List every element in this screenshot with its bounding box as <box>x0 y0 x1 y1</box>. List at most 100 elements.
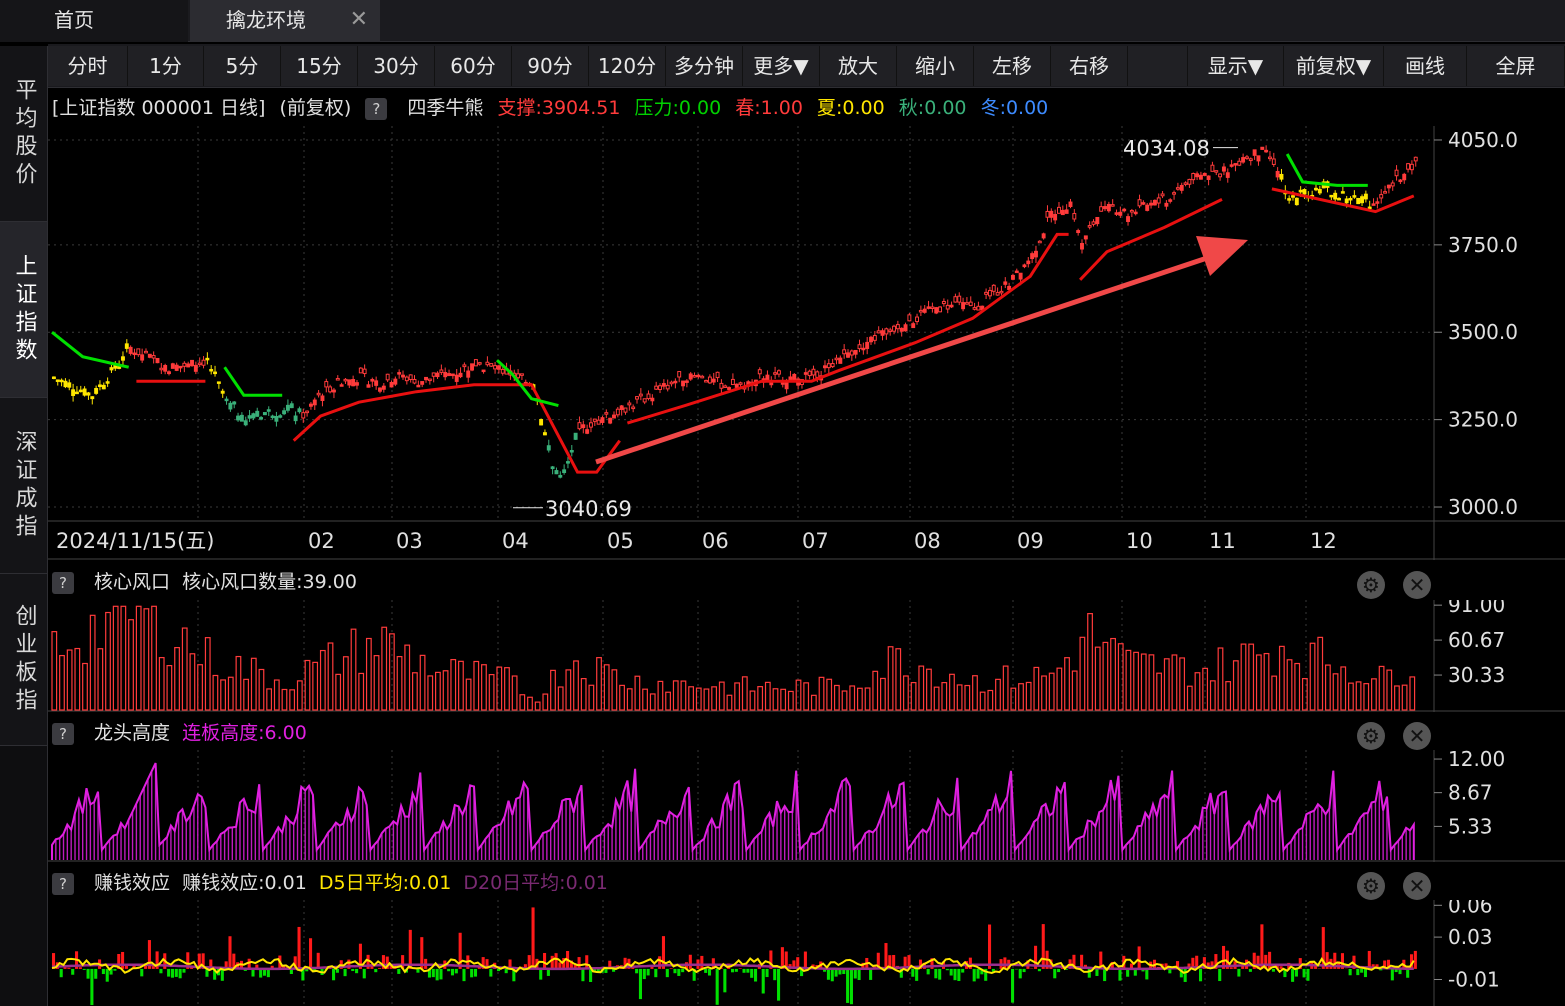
candle-body <box>1156 197 1161 204</box>
period-button[interactable]: 15分 <box>281 46 358 86</box>
core-bar <box>519 694 526 711</box>
multi-minute-button[interactable]: 多分钟 <box>666 46 743 86</box>
candle-body <box>1110 204 1115 207</box>
help-icon[interactable]: ? <box>52 872 74 895</box>
period-button[interactable]: 120分 <box>589 46 666 86</box>
zoom-out-button[interactable]: 缩小 <box>897 46 974 86</box>
core-bar <box>596 657 602 711</box>
x-tick-label: 02 <box>308 529 335 553</box>
gear-icon[interactable]: ⚙ <box>1356 722 1385 750</box>
draw-button[interactable]: 画线 <box>1384 46 1467 86</box>
core-bar <box>972 675 978 711</box>
help-icon[interactable]: ? <box>52 571 74 594</box>
help-icon[interactable]: ? <box>52 722 74 745</box>
core-bar <box>987 689 994 711</box>
candle-body <box>941 301 946 305</box>
money-bar <box>1302 968 1306 978</box>
period-button[interactable]: 分时 <box>48 46 128 86</box>
core-bar <box>688 686 694 711</box>
candle-body <box>569 450 574 453</box>
close-icon[interactable]: ✕ <box>1403 722 1431 750</box>
sidebar-item-sh-index[interactable]: 上证指数 <box>0 222 47 398</box>
display-dropdown[interactable]: 显示▼ <box>1188 46 1284 86</box>
core-bar <box>542 693 549 711</box>
core-bar <box>174 646 180 711</box>
candle-body <box>1010 274 1015 280</box>
core-bar <box>1263 652 1270 711</box>
core-bar <box>711 686 718 711</box>
period-button[interactable]: 5分 <box>204 46 281 86</box>
core-bar <box>66 649 73 711</box>
sidebar-item-chinext-index[interactable]: 创业板指 <box>0 574 47 746</box>
candle-body <box>888 329 893 332</box>
candle-body <box>715 371 720 379</box>
close-icon[interactable]: ✕ <box>1403 571 1431 599</box>
tab-qinlong-environment[interactable]: 擒龙环境 ✕ <box>190 0 380 42</box>
candle-body <box>623 407 628 413</box>
core-bar <box>365 637 372 711</box>
core-bar <box>534 701 541 711</box>
tab-home[interactable]: 首页 <box>0 0 188 42</box>
core-bar <box>411 672 418 711</box>
candle-body <box>650 397 655 402</box>
candle-body <box>757 369 762 375</box>
period-button[interactable]: 1分 <box>128 46 204 86</box>
adjust-dropdown[interactable]: 前复权▼ <box>1284 46 1384 86</box>
core-bar <box>511 675 518 711</box>
y-tick-label: 60.67 <box>1448 628 1505 652</box>
money-bar <box>1360 968 1364 973</box>
money-bar <box>1306 968 1310 981</box>
money-bar <box>174 968 178 977</box>
core-bar <box>1033 666 1040 711</box>
period-button[interactable]: 60分 <box>435 46 512 86</box>
gear-icon[interactable]: ⚙ <box>1356 571 1385 599</box>
candle-body <box>1287 198 1292 201</box>
core-bar <box>879 677 886 711</box>
core-bar <box>1148 654 1155 711</box>
candle-body <box>592 418 597 422</box>
sidebar-item-sz-index[interactable]: 深证成指 <box>0 398 47 574</box>
move-left-button[interactable]: 左移 <box>974 46 1051 86</box>
money-effect-chart[interactable]: 0.06 0.03 -0.01 <box>48 900 1565 1006</box>
candle-body <box>1294 197 1299 206</box>
core-bar <box>757 686 764 711</box>
core-bar <box>250 657 257 711</box>
help-icon[interactable]: ? <box>365 97 388 120</box>
core-bar <box>1386 669 1393 711</box>
candle-body <box>1076 230 1081 234</box>
candle-body <box>519 373 524 376</box>
more-dropdown[interactable]: 更多▼ <box>743 46 820 86</box>
chart-title: [上证指数 000001 日线] <box>52 97 266 119</box>
move-right-button[interactable]: 右移 <box>1051 46 1128 86</box>
candle-body <box>301 412 306 419</box>
x-tick-label: 12 <box>1310 529 1337 553</box>
sidebar: 平均股价 上证指数 深证成指 创业板指 <box>0 46 48 1006</box>
candle-body <box>1195 173 1200 178</box>
money-bar <box>1137 946 1141 969</box>
close-icon[interactable]: ✕ <box>1403 872 1431 900</box>
gear-icon[interactable]: ⚙ <box>1356 872 1385 900</box>
candle-body <box>849 350 854 356</box>
core-bar <box>780 688 787 711</box>
period-button[interactable]: 90分 <box>512 46 589 86</box>
fullscreen-button[interactable]: 全屏 <box>1467 46 1565 86</box>
price-chart[interactable]: 4050.0 3750.0 3500.0 3250.0 3000.0 2024/11/15… <box>48 126 1565 560</box>
x-tick-label: 2024/11/15(五) <box>56 529 214 553</box>
x-tick-label: 08 <box>914 529 941 553</box>
sidebar-item-avg-price[interactable]: 平均股价 <box>0 46 47 222</box>
money-bar <box>938 968 942 980</box>
core-bar <box>82 662 88 711</box>
candle-body <box>1356 197 1361 205</box>
money-bar <box>803 951 807 969</box>
candle-body <box>500 368 505 374</box>
candle-body <box>842 349 847 355</box>
core-bar <box>941 682 948 711</box>
close-icon[interactable]: ✕ <box>350 0 368 40</box>
core-bar-chart[interactable]: 91.00 60.67 30.33 <box>48 600 1565 712</box>
money-bar <box>646 968 650 976</box>
money-bar <box>140 968 144 977</box>
candle-body <box>1145 204 1150 211</box>
zoom-in-button[interactable]: 放大 <box>820 46 897 86</box>
period-button[interactable]: 30分 <box>358 46 435 86</box>
dragon-height-chart[interactable]: 12.00 8.67 5.33 <box>48 750 1565 862</box>
